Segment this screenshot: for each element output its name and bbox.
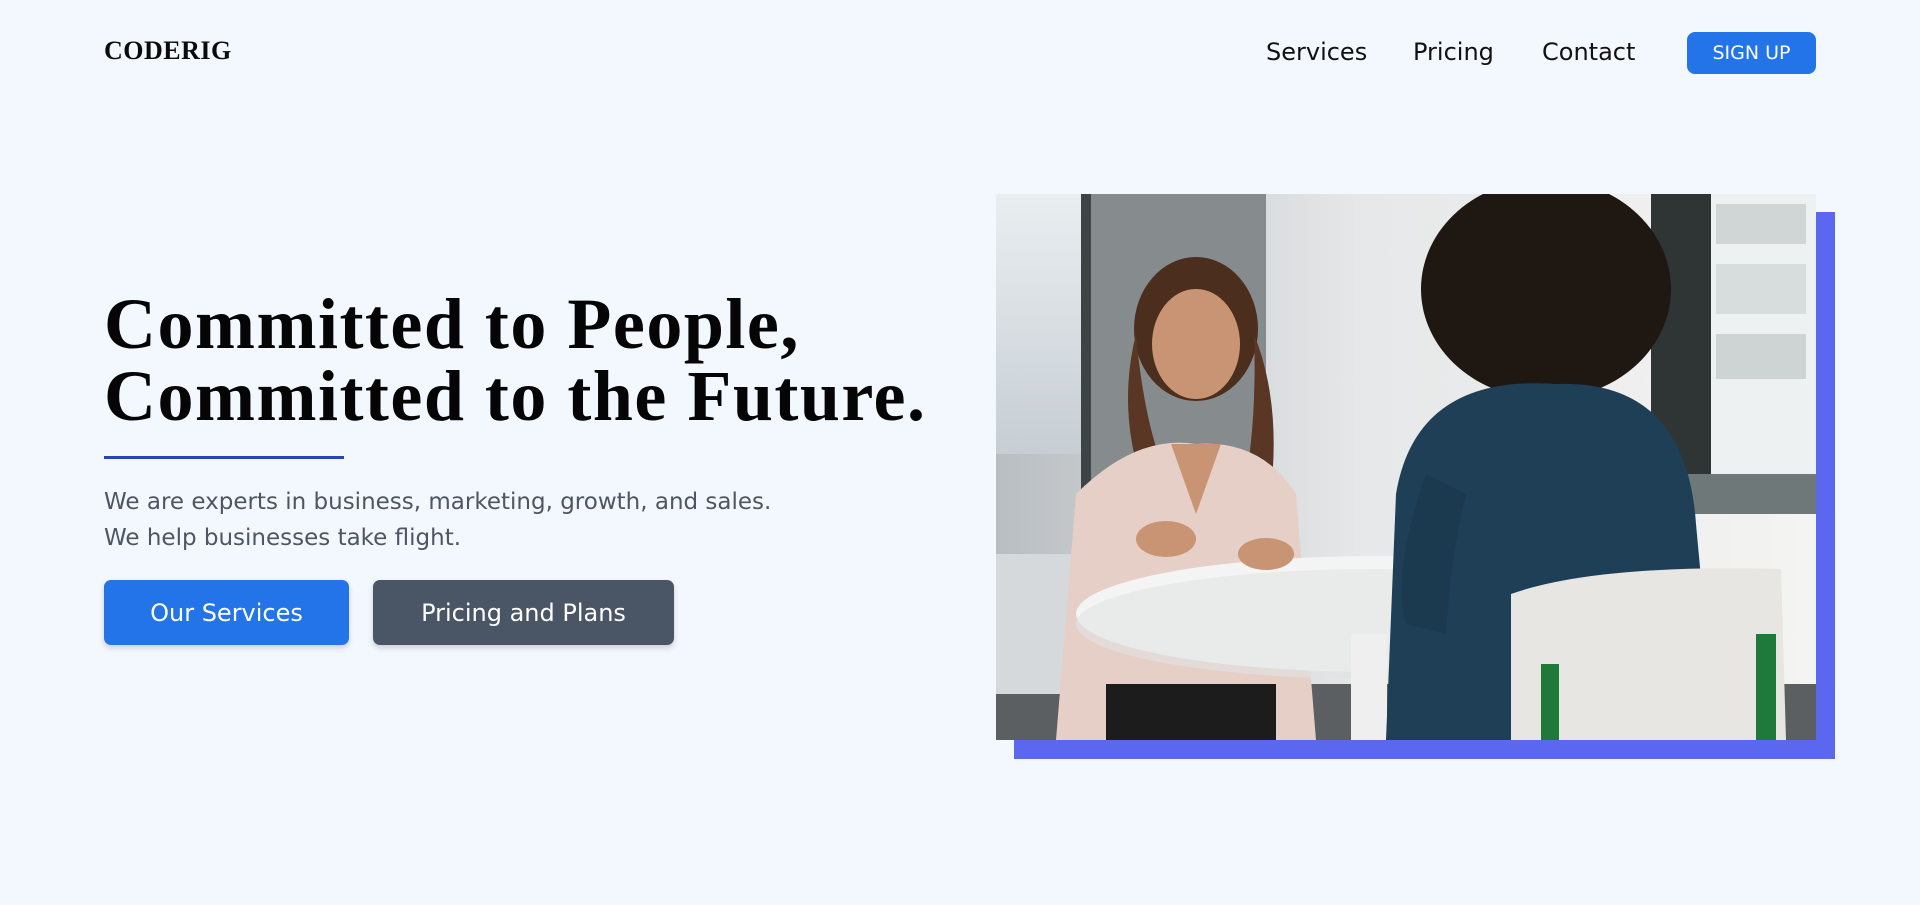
brand-logo[interactable]: CODERIG	[104, 36, 232, 66]
nav-link-contact[interactable]: Contact	[1542, 36, 1635, 68]
hero-title-line-2: Committed to the Future.	[104, 356, 927, 436]
hero-title: Committed to People, Committed to the Fu…	[104, 288, 927, 432]
our-services-button[interactable]: Our Services	[104, 580, 349, 645]
pricing-and-plans-button[interactable]: Pricing and Plans	[373, 580, 674, 645]
title-accent-divider	[104, 456, 344, 459]
hero-subtitle-line-2: We help businesses take flight.	[104, 525, 462, 551]
hero-subtitle-line-1: We are experts in business, marketing, g…	[104, 489, 772, 515]
hero-title-line-1: Committed to People,	[104, 284, 800, 364]
nav-link-pricing[interactable]: Pricing	[1413, 36, 1494, 68]
sign-up-button[interactable]: SIGN UP	[1687, 32, 1816, 74]
hero-subtitle: We are experts in business, marketing, g…	[104, 484, 824, 556]
meeting-photo-illustration	[996, 194, 1816, 740]
hero-photo	[996, 194, 1816, 740]
nav-link-services[interactable]: Services	[1266, 36, 1367, 68]
top-navbar: CODERIG Services Pricing Contact SIGN UP	[0, 0, 1920, 104]
